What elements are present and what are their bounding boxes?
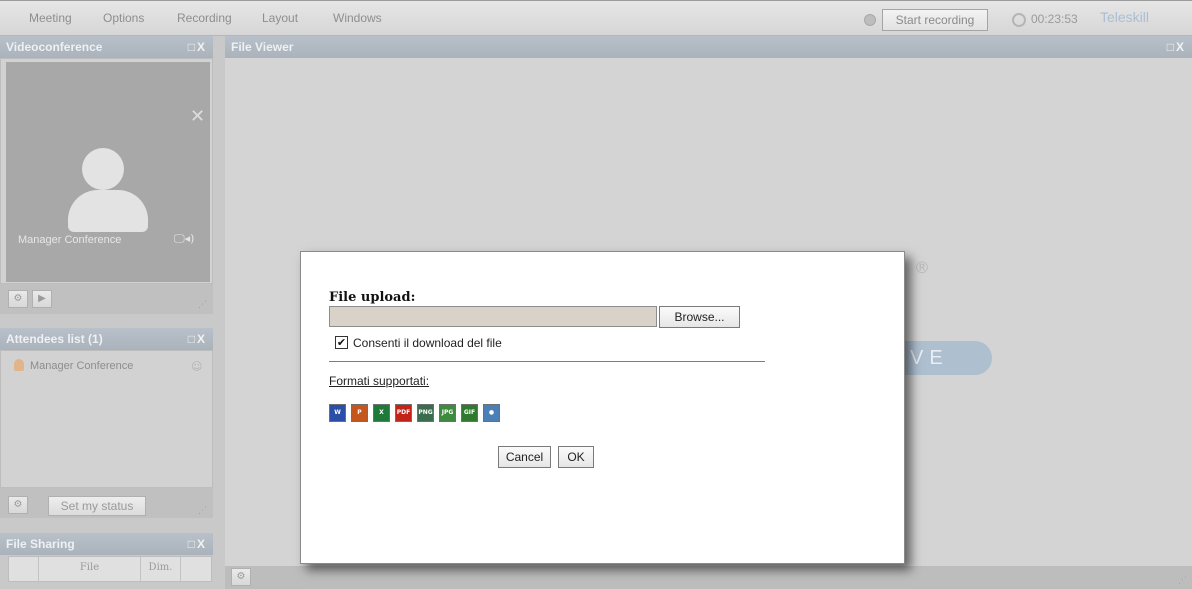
record-dot-icon — [864, 14, 876, 26]
user-icon — [14, 359, 24, 371]
dialog-title: File upload: — [329, 290, 416, 305]
file-sharing-header: File Sharing □X — [0, 533, 213, 555]
app-window: Meeting Options Recording Layout Windows… — [0, 0, 1192, 589]
file-viewer-header: File Viewer □X — [225, 36, 1192, 58]
pdf-icon: PDF — [395, 404, 412, 422]
media-icon: ● — [483, 404, 500, 422]
start-recording-button[interactable]: Start recording — [882, 9, 988, 31]
menu-windows[interactable]: Windows — [333, 11, 382, 25]
browse-button[interactable]: Browse... — [659, 306, 740, 328]
video-settings-icon[interactable]: ⚙ — [8, 290, 28, 308]
table-col-select — [9, 557, 39, 583]
menu-options[interactable]: Options — [103, 11, 144, 25]
word-icon: W — [329, 404, 346, 422]
allow-download-label: Consenti il download del file — [353, 336, 502, 350]
video-close-icon[interactable]: ✕ — [190, 106, 205, 127]
attendees-title: Attendees list (1) — [6, 332, 103, 346]
set-status-button[interactable]: Set my status — [48, 496, 146, 516]
table-header-dim[interactable]: Dim. — [141, 557, 181, 583]
png-icon: PNG — [417, 404, 434, 422]
video-participant-label: Manager Conference — [18, 234, 122, 246]
video-play-icon[interactable]: ▶ — [32, 290, 52, 308]
file-upload-dialog: File upload: Browse... ✔ Consenti il dow… — [300, 251, 905, 564]
gif-icon: GIF — [461, 404, 478, 422]
attendee-status-icon: ☺ — [191, 360, 203, 373]
divider — [329, 361, 765, 362]
file-sharing-window-controls[interactable]: □X — [188, 533, 207, 555]
attendees-header: Attendees list (1) □X — [0, 328, 213, 350]
menu-layout[interactable]: Layout — [262, 11, 298, 25]
session-timer: 00:23:53 — [1031, 12, 1078, 26]
resize-grip-icon[interactable]: ⋰ — [198, 300, 207, 310]
file-viewer-title: File Viewer — [231, 40, 294, 54]
allow-download-checkbox[interactable]: ✔ — [335, 336, 348, 349]
videoconference-header: Videoconference □X — [0, 36, 213, 58]
resize-grip-icon[interactable]: ⋰ — [1178, 576, 1187, 586]
avatar-body-icon — [68, 190, 148, 232]
viewer-settings-icon[interactable]: ⚙ — [231, 568, 251, 586]
videoconference-window-controls[interactable]: □X — [188, 36, 207, 58]
menu-meeting[interactable]: Meeting — [29, 11, 72, 25]
file-sharing-table: File Dim. — [8, 556, 212, 583]
registered-mark: ® — [914, 258, 930, 277]
avatar-head-icon — [82, 148, 124, 190]
ok-button[interactable]: OK — [558, 446, 594, 468]
videoconference-title: Videoconference — [6, 40, 103, 54]
jpg-icon: JPG — [439, 404, 456, 422]
list-item[interactable]: Manager Conference — [14, 359, 133, 372]
speaker-icon[interactable]: 🖵◂) — [174, 232, 194, 246]
resize-grip-icon[interactable]: ⋰ — [198, 506, 207, 516]
menu-recording[interactable]: Recording — [177, 11, 232, 25]
cancel-button[interactable]: Cancel — [498, 446, 551, 468]
table-header-file[interactable]: File — [39, 557, 141, 583]
file-viewer-footer — [225, 566, 1192, 589]
file-path-input[interactable] — [329, 306, 657, 327]
file-sharing-title: File Sharing — [6, 537, 75, 551]
file-viewer-window-controls[interactable]: □X — [1167, 36, 1186, 58]
attendee-name: Manager Conference — [30, 360, 134, 372]
menu-bar: Meeting Options Recording Layout Windows… — [0, 0, 1192, 36]
clock-icon — [1012, 13, 1026, 27]
attendees-settings-icon[interactable]: ⚙ — [8, 496, 28, 514]
powerpoint-icon: P — [351, 404, 368, 422]
supported-formats-link[interactable]: Formati supportati: — [329, 374, 429, 388]
excel-icon: X — [373, 404, 390, 422]
brand-logo: Teleskill — [1100, 9, 1150, 25]
attendees-window-controls[interactable]: □X — [188, 328, 207, 350]
